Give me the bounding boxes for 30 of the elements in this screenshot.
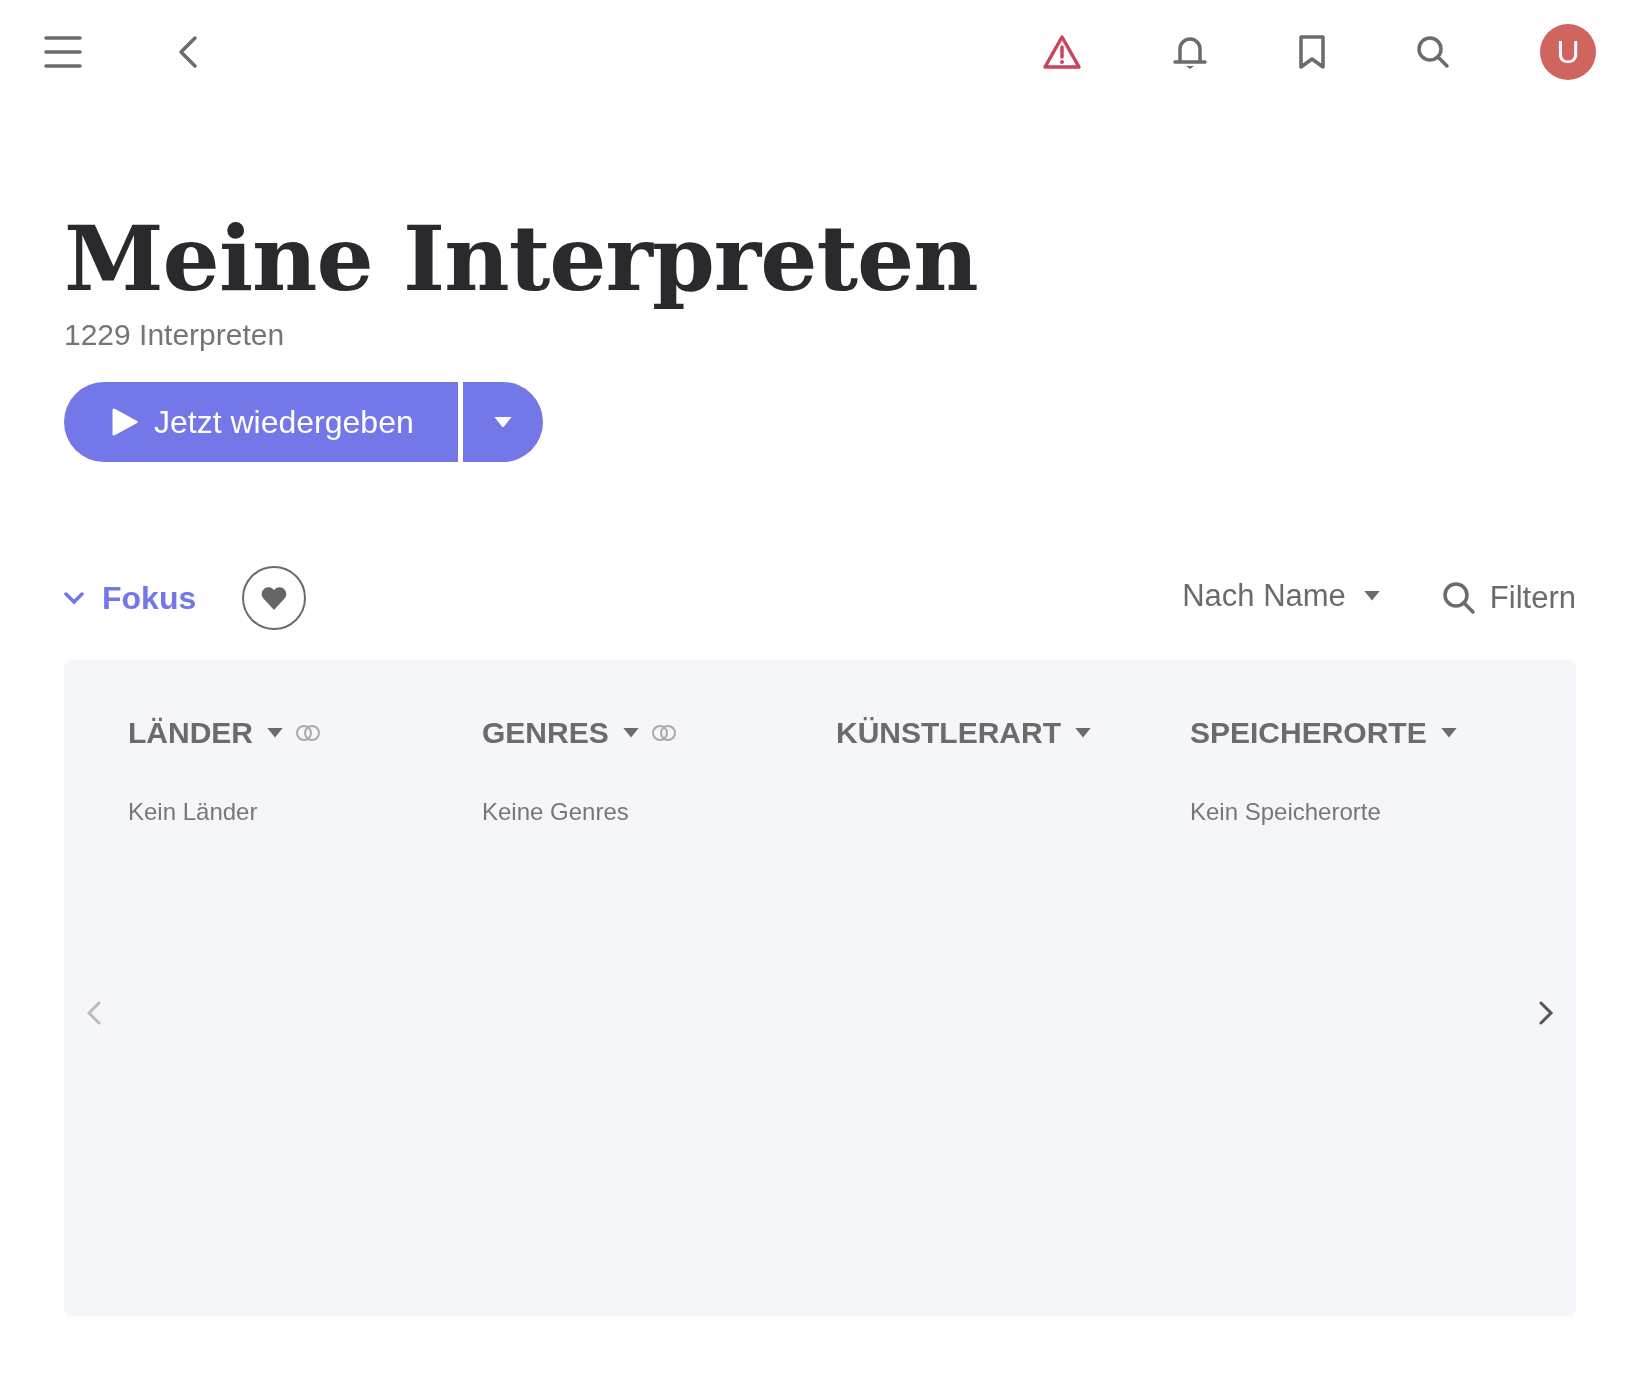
focus-toggle[interactable]: Fokus <box>64 579 197 617</box>
caret-icon <box>1363 591 1380 601</box>
menu-button[interactable] <box>44 35 82 69</box>
caret-icon <box>493 416 512 428</box>
empty-filter-text: Kein Länder <box>128 798 259 826</box>
chevron-icon <box>64 591 84 605</box>
sort-dropdown[interactable]: Nach Name <box>1176 577 1386 615</box>
play-options-button[interactable] <box>462 382 543 462</box>
caret-icon <box>622 728 639 738</box>
search-icon <box>1441 581 1476 615</box>
warning-icon[interactable] <box>1042 34 1082 70</box>
empty-filter-text: Kein Speicherorte <box>1190 798 1382 826</box>
caret-icon <box>1440 728 1457 738</box>
bookmark-icon[interactable] <box>1298 34 1326 70</box>
filter-dropdown[interactable]: GENRES <box>482 716 639 750</box>
filter-dropdown[interactable]: KÜNSTLERART <box>836 716 1091 750</box>
heart-icon <box>260 585 289 611</box>
page-title: Meine Interpreten <box>64 204 979 312</box>
artist-count: 1229 Interpreten <box>64 318 286 352</box>
play-icon <box>112 408 138 436</box>
filter-dropdown[interactable]: LÄNDER <box>128 716 283 750</box>
caret-icon <box>1075 728 1091 738</box>
back-button[interactable] <box>178 35 198 69</box>
filter-button[interactable]: Filtern <box>1441 580 1576 616</box>
play-now-button[interactable]: Jetzt wiedergeben <box>64 382 458 462</box>
search-icon[interactable] <box>1416 35 1450 69</box>
filter-dropdown[interactable]: SPEICHERORTE <box>1190 716 1457 750</box>
empty-filter-text: Keine Genres <box>482 798 630 826</box>
avatar[interactable]: U <box>1540 24 1596 80</box>
caret-icon <box>267 728 283 738</box>
